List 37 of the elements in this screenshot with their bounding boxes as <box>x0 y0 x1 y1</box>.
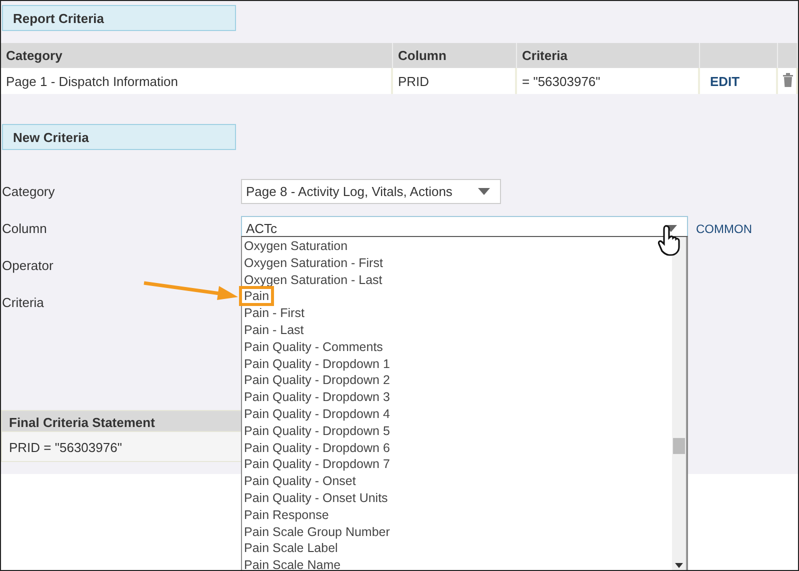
column-header: Column <box>393 43 517 68</box>
trash-icon <box>782 73 794 87</box>
list-option[interactable]: Pain Quality - Onset <box>242 474 358 488</box>
list-option[interactable]: Pain Quality - Dropdown 6 <box>242 440 392 455</box>
field-label: Column <box>1 221 48 236</box>
list-option[interactable]: Pain Quality - Dropdown 2 <box>242 373 392 388</box>
column-header: Criteria <box>517 43 700 68</box>
field-note: COMMON <box>696 222 752 236</box>
scroll-down-icon[interactable] <box>675 563 683 568</box>
list-option[interactable]: Pain <box>242 289 272 304</box>
list-option[interactable]: Pain Scale Group Number <box>242 524 392 539</box>
field-label: Operator <box>1 258 54 273</box>
field-label: Category <box>1 184 56 199</box>
list-option[interactable]: Oxygen Saturation <box>242 239 350 253</box>
list-option[interactable]: Pain - Last <box>242 322 306 337</box>
edit-link[interactable]: EDIT <box>705 74 740 89</box>
dropdown-field[interactable]: Page 8 - Activity Log, Vitals, Actions <box>241 179 501 204</box>
list-option[interactable]: Pain Scale Label <box>242 541 340 556</box>
list-option[interactable]: Pain Quality - Dropdown 1 <box>242 356 392 371</box>
list-option[interactable]: Pain Scale Name <box>242 558 343 570</box>
table-cell: = "56303976" <box>517 68 700 94</box>
table-cell: Page 1 - Dispatch Information <box>1 68 393 94</box>
section-header: New Criteria <box>2 124 236 150</box>
list-option[interactable]: Pain Quality - Dropdown 3 <box>242 390 392 404</box>
section-header: Report Criteria <box>2 5 236 31</box>
scrollbar[interactable] <box>672 237 687 570</box>
column-header: Category <box>1 43 393 68</box>
scrollbar-thumb[interactable] <box>673 438 685 454</box>
list-option[interactable]: Oxygen Saturation - Last <box>242 272 384 287</box>
field-label: Criteria <box>1 295 45 310</box>
list-option[interactable]: Pain Response <box>242 508 331 522</box>
list-option[interactable]: Pain - First <box>242 306 306 320</box>
list-option[interactable]: Pain Quality - Onset Units <box>242 490 390 505</box>
list-option[interactable]: Pain Quality - Comments <box>242 340 385 354</box>
table-cell: PRID <box>393 68 517 94</box>
caret-icon <box>478 188 490 195</box>
list-option[interactable]: Oxygen Saturation - First <box>242 256 385 270</box>
